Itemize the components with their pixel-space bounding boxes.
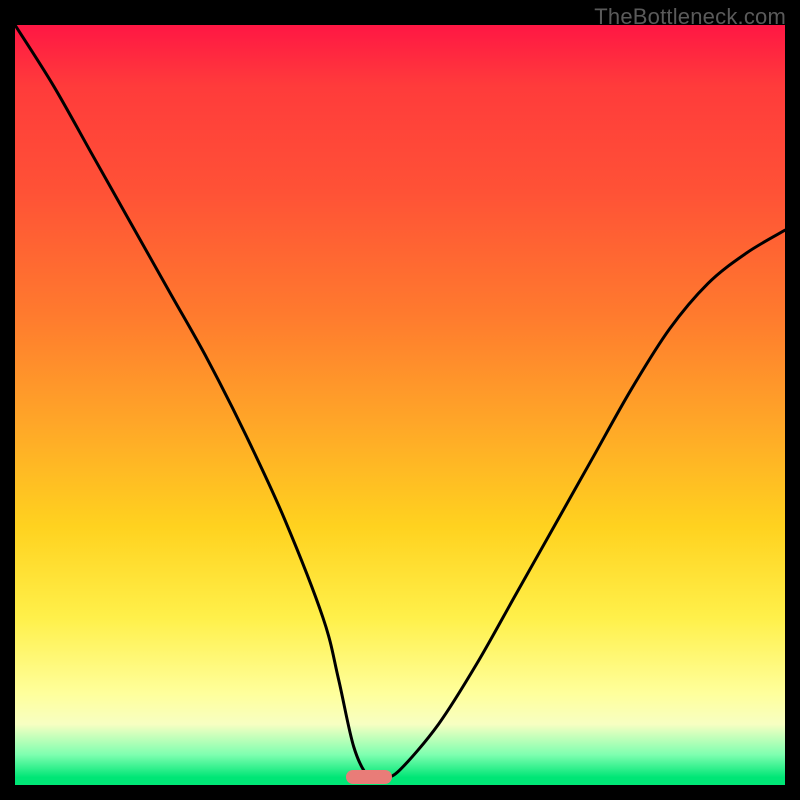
curve-path [15, 25, 785, 780]
min-marker [346, 770, 392, 784]
plot-area [15, 25, 785, 785]
chart-frame: TheBottleneck.com [0, 0, 800, 800]
bottleneck-curve [15, 25, 785, 785]
